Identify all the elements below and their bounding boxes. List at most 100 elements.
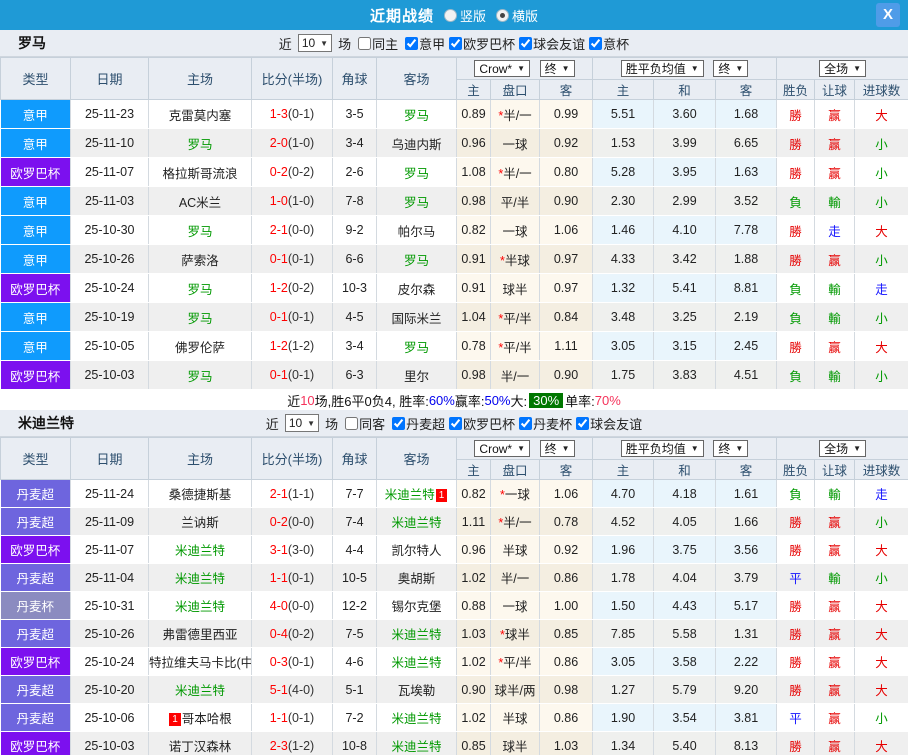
team-name: 米迪兰特: [18, 413, 74, 433]
goals-flag: 大: [855, 732, 908, 755]
match-date: 25-10-06: [71, 704, 149, 732]
same-venue-checkbox[interactable]: 同主: [358, 34, 398, 53]
scope-select[interactable]: 全场▼: [819, 440, 866, 457]
match-count-select[interactable]: 10▼: [298, 34, 332, 52]
away-team: 锡尔克堡: [377, 592, 457, 620]
home-team: 米迪兰特: [149, 564, 252, 592]
col-type: 类型: [1, 438, 71, 480]
radio-horizontal[interactable]: 横版: [496, 6, 538, 25]
odds-home: 0.91: [457, 245, 491, 274]
league-checkbox[interactable]: 球会友谊: [576, 414, 642, 433]
odds-away: 1.03: [540, 732, 593, 755]
avg-draw: 3.60: [654, 100, 716, 129]
odds-home: 1.02: [457, 564, 491, 592]
goals-flag: 小: [855, 564, 908, 592]
avg-away: 2.22: [716, 648, 777, 676]
avg-draw: 5.79: [654, 676, 716, 704]
match-date: 25-10-05: [71, 332, 149, 361]
match-type-badge: 欧罗巴杯: [1, 158, 71, 187]
goals-flag: 大: [855, 536, 908, 564]
result-flag: 勝: [777, 732, 815, 755]
corner-count: 10-8: [333, 732, 377, 755]
away-team: 皮尔森: [377, 274, 457, 303]
avg-period-select[interactable]: 终▼: [713, 60, 748, 77]
corner-count: 10-3: [333, 274, 377, 303]
match-count-select[interactable]: 10▼: [285, 414, 319, 432]
avg-select[interactable]: 胜平负均值▼: [621, 440, 704, 457]
odds-source-select[interactable]: Crow*▼: [474, 440, 530, 457]
col-corner: 角球: [333, 438, 377, 480]
avg-home: 4.33: [593, 245, 654, 274]
handicap-result-flag: 輸: [815, 187, 855, 216]
league-checkbox[interactable]: 丹麦杯: [519, 414, 572, 433]
radio-circle-icon[interactable]: [444, 9, 457, 22]
odds-source-select[interactable]: Crow*▼: [474, 60, 530, 77]
avg-period-select[interactable]: 终▼: [713, 440, 748, 457]
avg-draw: 3.75: [654, 536, 716, 564]
handicap-result-flag: 輸: [815, 361, 855, 390]
result-flag: 負: [777, 274, 815, 303]
avg-select[interactable]: 胜平负均值▼: [621, 60, 704, 77]
result-flag: 勝: [777, 508, 815, 536]
match-date: 25-10-24: [71, 274, 149, 303]
col-away: 客场: [377, 438, 457, 480]
odds-home: 1.11: [457, 508, 491, 536]
avg-draw: 4.10: [654, 216, 716, 245]
avg-draw: 4.18: [654, 480, 716, 508]
odds-period-select[interactable]: 终▼: [540, 60, 575, 77]
result-flag: 平: [777, 704, 815, 732]
league-checkbox[interactable]: 欧罗巴杯: [449, 414, 515, 433]
result-flag: 勝: [777, 100, 815, 129]
match-type-badge: 意甲: [1, 332, 71, 361]
handicap-line: *平/半: [491, 332, 540, 361]
handicap-result-flag: 赢: [815, 100, 855, 129]
avg-draw: 3.83: [654, 361, 716, 390]
home-team: 米迪兰特: [149, 536, 252, 564]
handicap-result-flag: 赢: [815, 332, 855, 361]
goals-flag: 走: [855, 480, 908, 508]
handicap-line: *球半: [491, 620, 540, 648]
match-date: 25-11-07: [71, 536, 149, 564]
league-checkbox[interactable]: 球会友谊: [519, 34, 585, 53]
avg-away: 2.45: [716, 332, 777, 361]
scope-select[interactable]: 全场▼: [819, 60, 866, 77]
radio-circle-selected-icon[interactable]: [496, 9, 509, 22]
avg-home: 7.85: [593, 620, 654, 648]
goals-flag: 大: [855, 100, 908, 129]
home-team: 格拉斯哥流浪: [149, 158, 252, 187]
goals-flag: 小: [855, 361, 908, 390]
handicap-line: 半球: [491, 704, 540, 732]
away-team: 米迪兰特1: [377, 480, 457, 508]
odds-home: 0.91: [457, 274, 491, 303]
col-result: 胜负: [777, 460, 815, 480]
goals-flag: 大: [855, 592, 908, 620]
handicap-line: *一球: [491, 480, 540, 508]
match-date: 25-11-04: [71, 564, 149, 592]
goals-flag: 小: [855, 508, 908, 536]
odds-home: 1.02: [457, 648, 491, 676]
home-team: 克雷莫内塞: [149, 100, 252, 129]
home-team: 罗马: [149, 303, 252, 332]
odds-home: 0.98: [457, 187, 491, 216]
odds-home: 1.03: [457, 620, 491, 648]
league-checkbox[interactable]: 丹麦超: [392, 414, 445, 433]
avg-away: 2.19: [716, 303, 777, 332]
league-checkbox[interactable]: 意杯: [589, 34, 629, 53]
result-flag: 勝: [777, 158, 815, 187]
near-label: 近: [279, 34, 292, 53]
radio-vertical[interactable]: 竖版: [444, 6, 486, 25]
chevron-down-icon: ▼: [562, 64, 570, 73]
league-checkbox[interactable]: 意甲: [405, 34, 445, 53]
corner-count: 9-2: [333, 216, 377, 245]
match-type-badge: 丹麦超: [1, 480, 71, 508]
odds-period-select[interactable]: 终▼: [540, 440, 575, 457]
results-table: 类型 日期 主场 比分(半场) 角球 客场 Crow*▼ 终▼ 胜平负均值▼ 终…: [0, 437, 908, 755]
league-checkbox[interactable]: 欧罗巴杯: [449, 34, 515, 53]
close-button[interactable]: X: [876, 3, 900, 27]
odds-away: 0.86: [540, 564, 593, 592]
match-type-badge: 欧罗巴杯: [1, 732, 71, 755]
avg-away: 5.17: [716, 592, 777, 620]
league-checkbox-group: 丹麦超欧罗巴杯丹麦杯球会友谊: [388, 414, 642, 433]
same-venue-checkbox[interactable]: 同客: [345, 414, 385, 433]
corner-count: 4-6: [333, 648, 377, 676]
